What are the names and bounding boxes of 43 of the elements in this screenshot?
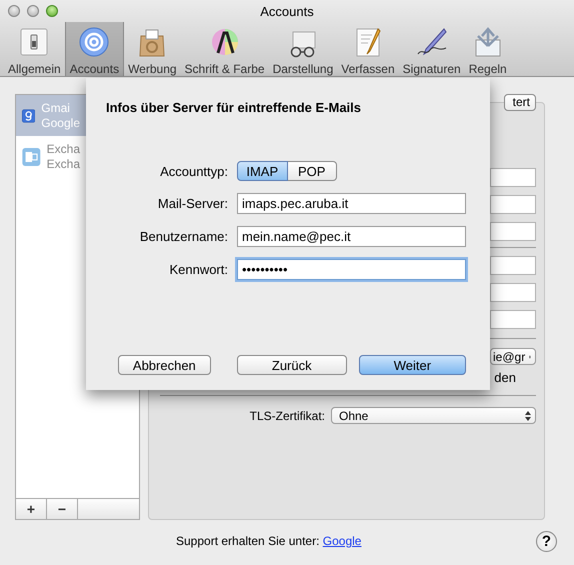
sheet-title: Infos über Server für eintreffende E-Mails (106, 100, 362, 115)
field-label: Kennwort: (168, 262, 228, 277)
field-label: Accounttyp: (159, 164, 228, 178)
toolbar-tab[interactable]: Regeln (464, 22, 511, 76)
toolbar-tab[interactable]: Accounts (64, 22, 124, 76)
dialog-button[interactable]: Zurück (236, 355, 347, 375)
segment-button[interactable]: POP (288, 161, 337, 181)
toolbar-tab[interactable]: Signaturen (398, 22, 465, 76)
input-field[interactable] (490, 168, 536, 187)
zoom-button[interactable] (46, 5, 58, 17)
toolbar-tab[interactable]: Darstellung (268, 22, 338, 76)
tls-popup[interactable]: Ohne (331, 407, 536, 424)
toolbar-tab[interactable]: Schrift & Farbe (180, 22, 269, 76)
toolbar-tab[interactable]: Werbung (124, 22, 181, 76)
close-button[interactable] (8, 5, 20, 17)
dialog-button[interactable]: Weiter (358, 355, 466, 375)
input-field[interactable]: imaps.pec.aruba.it (237, 193, 466, 214)
pen-icon (416, 26, 448, 58)
popup-menu[interactable]: ie@gr (490, 348, 536, 365)
window-title: Accounts (260, 4, 314, 18)
input-field[interactable] (490, 283, 536, 302)
toolbar-tab[interactable]: Allgemein (4, 22, 65, 76)
checkbox-label: den (494, 370, 516, 385)
support-link[interactable]: Google (322, 534, 362, 548)
toolbar-tab[interactable]: Verfassen (337, 22, 399, 76)
dialog-button[interactable]: Abbrechen (118, 355, 211, 375)
input-field[interactable] (490, 195, 536, 214)
segment-button[interactable]: IMAP (237, 161, 288, 181)
input-field[interactable] (490, 310, 536, 329)
help-button[interactable]: ? (536, 530, 557, 552)
input-field[interactable]: •••••••••• (237, 259, 466, 280)
input-field[interactable]: mein.name@pec.it (237, 226, 466, 247)
minimize-button[interactable] (27, 5, 39, 17)
tls-label: TLS-Zertifikat: (250, 408, 325, 422)
input-field[interactable] (490, 256, 536, 275)
switch-icon (18, 26, 50, 58)
toolbar-button[interactable]: + (16, 499, 47, 519)
tab-button[interactable]: tert (504, 94, 536, 111)
input-field[interactable] (490, 222, 536, 241)
field-label: Mail-Server: (156, 196, 228, 211)
toolbar-button[interactable]: − (47, 499, 78, 519)
support-text: Support erhalten Sie unter: (176, 534, 320, 548)
field-label: Benutzername: (138, 229, 228, 244)
